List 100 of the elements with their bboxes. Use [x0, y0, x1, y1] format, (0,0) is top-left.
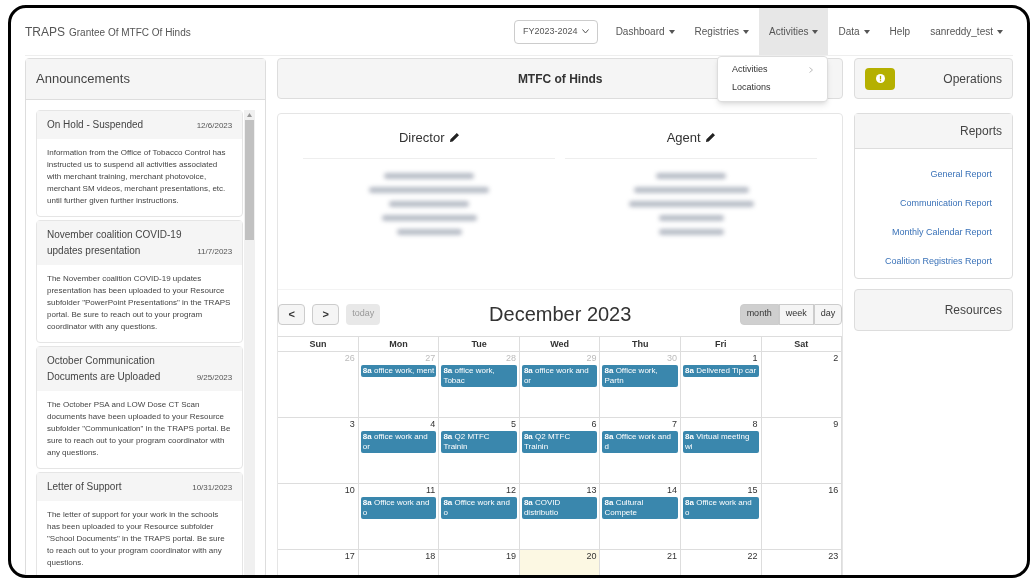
day-cell[interactable]: 2 [761, 352, 843, 418]
nav-menu-item[interactable]: Registries [684, 8, 759, 55]
view-tab[interactable]: week [778, 303, 814, 325]
weekday-header: Sun [278, 337, 359, 352]
calendar-event[interactable]: 8a Q2 MTFC Trainin [441, 431, 517, 453]
announcement-title: October Communication Documents are Uploaded [47, 354, 162, 384]
calendar-event[interactable]: 8a office work, ment [360, 365, 437, 377]
day-cell[interactable]: 21 [600, 550, 682, 575]
day-number: 28 [504, 352, 517, 365]
day-cell[interactable]: 15 8a Office work and o [681, 484, 762, 550]
nav-menu-item[interactable]: Help [879, 8, 921, 55]
announcement-date: 12/6/2023 [196, 120, 233, 132]
info-button[interactable] [865, 67, 896, 90]
day-number: 7 [671, 418, 679, 431]
scroll-up-icon[interactable] [247, 113, 253, 117]
view-tab[interactable]: day [813, 303, 843, 325]
day-cell[interactable]: 4 8a office work and or [358, 418, 440, 484]
day-cell[interactable]: 3 [278, 418, 359, 484]
nav-menu-item[interactable]: Data [828, 8, 880, 55]
day-cell[interactable]: 29 8a office work and or [519, 352, 601, 418]
resources-title: Resources [944, 302, 1002, 319]
announcement-title: Letter of Support [47, 480, 123, 494]
day-cell[interactable]: 8 8a Virtual meeting wi [681, 418, 762, 484]
announcement-date: 9/25/2023 [196, 372, 233, 384]
day-cell[interactable]: 6 8a Q2 MTFC Trainin [519, 418, 601, 484]
day-number: 19 [504, 550, 517, 563]
calendar-event[interactable]: 8a Office work, Partn [602, 365, 679, 387]
day-cell[interactable]: 7 8a Office work and d [600, 418, 682, 484]
day-cell[interactable]: 12 8a Office work and o [439, 484, 520, 550]
day-number: 20 [585, 550, 598, 563]
calendar-event[interactable]: 8a COVID distributio [521, 497, 598, 519]
calendar-event[interactable]: 8a Office work and o [360, 497, 437, 519]
dropdown-item[interactable]: Locations [718, 79, 827, 97]
calendar-event[interactable]: 8a Delivered Tip car [683, 365, 759, 377]
announcement-text: The October PSA and LOW Dose CT Scan documents have been uploaded to your Resource subfolder "Communication" in the TRAPS portal. Be sure to reach out to your program coordinator with any questions. [46, 399, 232, 459]
day-cell[interactable]: 19 [439, 550, 520, 575]
day-cell[interactable]: 5 8a Q2 MTFC Trainin [439, 418, 520, 484]
pencil-icon[interactable] [448, 132, 460, 144]
panel-title: Announcements [26, 59, 266, 100]
day-cell[interactable]: 30 8a Office work, Partn [600, 352, 682, 418]
organization-title: MTFC of Hinds [517, 70, 603, 88]
calendar-event[interactable]: 8a office work and or [360, 431, 437, 453]
calendar-event[interactable]: 8a Office work and o [441, 497, 517, 519]
fiscal-year-select[interactable]: FY2023-2024 [514, 19, 598, 44]
calendar-event[interactable]: 8a Q2 MTFC Trainin [521, 431, 598, 453]
nav-menu-item[interactable]: Dashboard [605, 8, 685, 55]
day-cell[interactable]: 23 [761, 550, 843, 575]
next-button[interactable]: > [312, 303, 340, 325]
day-cell[interactable]: 14 8a Cultural Compete [600, 484, 682, 550]
day-cell[interactable]: 18 [358, 550, 440, 575]
day-number: 26 [343, 352, 356, 365]
day-number: 18 [424, 550, 437, 563]
report-link[interactable]: General Report [930, 167, 992, 181]
nav-menu-item[interactable]: sanreddy_test [920, 8, 1013, 55]
day-cell[interactable]: 16 [761, 484, 843, 550]
pencil-icon[interactable] [704, 132, 716, 144]
chevron-down-icon [581, 29, 589, 34]
day-cell[interactable]: 17 [278, 550, 359, 575]
day-number: 8 [751, 418, 759, 431]
calendar-event[interactable]: 8a Virtual meeting wi [683, 431, 759, 453]
view-tab[interactable]: month [739, 303, 779, 325]
calendar-title: December 2023 [489, 302, 632, 327]
day-number: 27 [424, 352, 437, 365]
contact-role: Agent [666, 129, 701, 147]
day-cell[interactable]: 20 [519, 550, 601, 575]
announcement-title: On Hold - Suspended [47, 118, 145, 132]
report-link[interactable]: Communication Report [899, 196, 992, 210]
day-number: 2 [832, 352, 840, 365]
brand-title[interactable]: TRAPS [25, 22, 65, 41]
day-cell[interactable]: 10 [278, 484, 359, 550]
calendar-event[interactable]: 8a Cultural Compete [602, 497, 679, 519]
calendar-event[interactable]: 8a office work, Tobac [441, 365, 517, 387]
report-link[interactable]: Coalition Registries Report [884, 254, 992, 268]
day-cell[interactable]: 22 [681, 550, 762, 575]
day-cell[interactable]: 27 8a office work, ment [358, 352, 440, 418]
reports-title: Reports [959, 123, 1002, 140]
report-link[interactable]: Monthly Calendar Report [891, 225, 992, 239]
weekday-header: Wed [519, 337, 601, 352]
announcement-date: 10/31/2023 [192, 482, 233, 494]
scrollbar-thumb[interactable] [245, 120, 255, 240]
calendar-event[interactable]: 8a office work and or [521, 365, 598, 387]
day-cell[interactable]: 9 [761, 418, 843, 484]
day-cell[interactable]: 13 8a COVID distributio [519, 484, 601, 550]
scrollbar[interactable] [244, 110, 256, 575]
day-number: 29 [585, 352, 598, 365]
calendar-event[interactable]: 8a Office work and d [602, 431, 679, 453]
announcement-text: The letter of support for your work in the schools has been uploaded to your Resource subfolder "School Documents" in the TRAPS portal. Be sure to reach out to your program coordinator with any questions. [46, 509, 226, 569]
day-cell[interactable]: 11 8a Office work and o [358, 484, 440, 550]
operations-title: Operations [943, 70, 1002, 88]
dropdown-item[interactable]: Activities [718, 61, 827, 79]
day-cell[interactable]: 1 8a Delivered Tip car [681, 352, 762, 418]
weekday-header: Mon [358, 337, 440, 352]
day-number: 17 [343, 550, 356, 563]
day-number: 1 [751, 352, 759, 365]
nav-menu-item[interactable]: Activities [759, 8, 829, 55]
announcement-text: The November coalition COVID-19 updates presentation has been uploaded to your Resource subfolder "PowerPoint Presentations" in the TRAPS portal. Be sure to reach out to your program coordinator with any questions. [46, 273, 232, 333]
contact-role: Director [399, 129, 445, 147]
day-cell[interactable]: 28 8a office work, Tobac [439, 352, 520, 418]
calendar-event[interactable]: 8a Office work and o [683, 497, 759, 519]
previous-button[interactable]: < [278, 303, 306, 325]
